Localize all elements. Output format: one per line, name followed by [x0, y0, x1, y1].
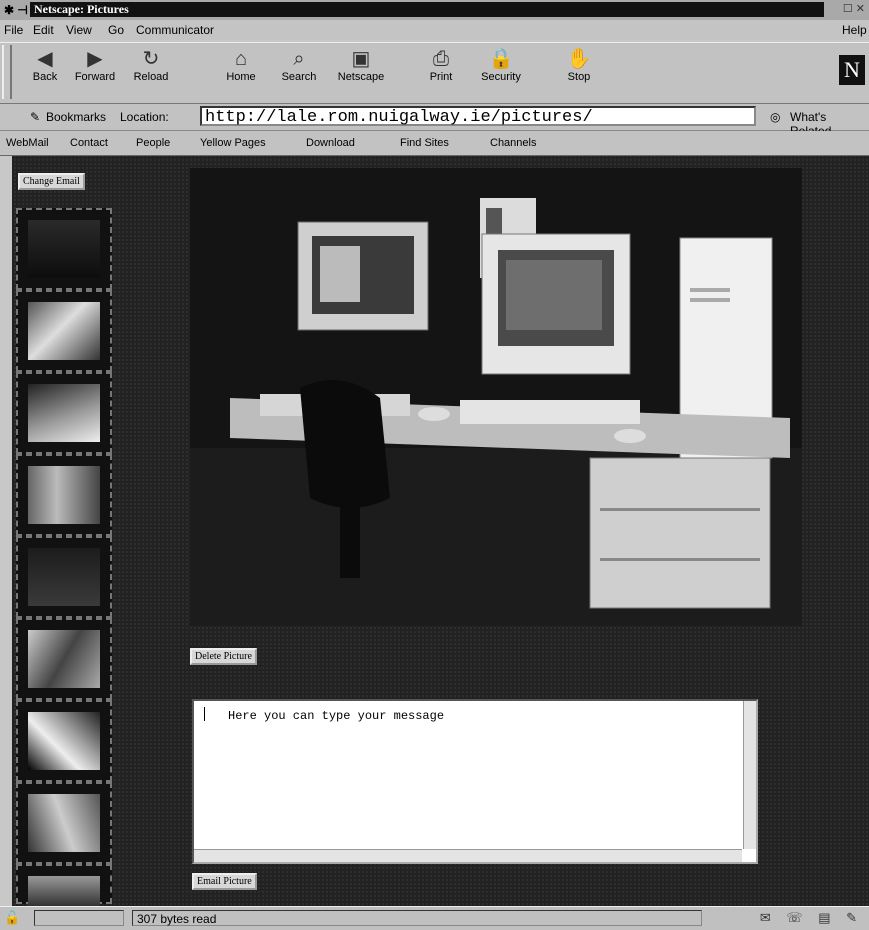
print-button[interactable]: ⎙ Print — [410, 47, 472, 83]
status-text: 307 bytes read — [132, 910, 702, 926]
stop-icon: ✋ — [566, 48, 592, 70]
print-label: Print — [429, 71, 453, 83]
change-email-button[interactable]: Change Email — [18, 173, 85, 190]
menu-communicator[interactable]: Communicator — [136, 23, 214, 37]
security-label: Security — [481, 71, 521, 83]
status-bar: 🔓 307 bytes read ✉ ☏ ▤ ✎ — [0, 906, 869, 930]
search-label: Search — [281, 71, 317, 83]
thumbnail[interactable] — [16, 864, 112, 906]
netscape-icon: ▣ — [351, 48, 371, 70]
personal-toolbar: WebMail Contact People Yellow Pages Down… — [0, 131, 869, 156]
lock-icon: 🔒 — [488, 48, 514, 70]
window-menu-icon[interactable]: ✱ ⊣ — [4, 3, 28, 17]
forward-arrow-icon: ▶ — [87, 48, 103, 70]
forward-button[interactable]: ▶ Forward — [64, 47, 126, 83]
menu-edit[interactable]: Edit — [33, 23, 54, 37]
forward-label: Forward — [74, 71, 116, 83]
personal-item-download[interactable]: Download — [306, 137, 355, 149]
reload-icon: ↻ — [142, 48, 160, 70]
reload-button[interactable]: ↻ Reload — [120, 47, 182, 83]
personal-item-find-sites[interactable]: Find Sites — [400, 137, 449, 149]
location-url-field[interactable]: http://lale.rom.nuigalway.ie/pictures/ — [200, 106, 756, 127]
personal-item-channels[interactable]: Channels — [490, 137, 536, 149]
netscape-logo[interactable]: N — [839, 55, 865, 85]
text-cursor — [204, 707, 205, 721]
message-textarea[interactable]: Here you can type your message — [192, 699, 758, 864]
location-label: Location: — [120, 110, 169, 124]
menu-go[interactable]: Go — [108, 23, 124, 37]
print-icon: ⎙ — [433, 48, 449, 70]
personal-item-webmail[interactable]: WebMail — [6, 137, 49, 149]
personal-item-yellow-pages[interactable]: Yellow Pages — [200, 137, 266, 149]
thumbnail[interactable] — [16, 618, 112, 700]
selected-picture — [190, 168, 802, 626]
home-label: Home — [226, 71, 256, 83]
menu-view[interactable]: View — [66, 23, 92, 37]
stop-label: Stop — [567, 71, 591, 83]
bookmarks-button[interactable]: Bookmarks — [46, 110, 106, 124]
navigation-toolbar: ◀ Back ▶ Forward ↻ Reload ⌂ Home ⌕ Searc… — [0, 42, 869, 104]
back-label: Back — [32, 71, 58, 83]
menu-file[interactable]: File — [4, 23, 23, 37]
thumbnail[interactable] — [16, 372, 112, 454]
progress-indicator — [34, 910, 124, 926]
netscape-button[interactable]: ▣ Netscape — [330, 47, 392, 83]
thumbnail[interactable] — [16, 208, 112, 290]
delete-picture-button[interactable]: Delete Picture — [190, 648, 257, 665]
vertical-scrollbar[interactable] — [743, 701, 756, 849]
page-content: Change Email Delete Picture Here you can… — [12, 156, 869, 906]
search-icon: ⌕ — [293, 48, 305, 70]
window-title: Netscape: Pictures — [30, 2, 824, 17]
window-controls[interactable]: ☐ ✕ — [843, 2, 865, 15]
component-bar-icons[interactable]: ✉ ☏ ▤ ✎ — [760, 910, 863, 926]
desk-photo — [190, 168, 802, 626]
message-text: Here you can type your message — [228, 709, 445, 723]
menu-bar: File Edit View Go Communicator Help — [0, 20, 869, 40]
thumbnail[interactable] — [16, 700, 112, 782]
email-picture-button[interactable]: Email Picture — [192, 873, 257, 890]
netscape-label: Netscape — [337, 71, 385, 83]
thumbnail[interactable] — [16, 536, 112, 618]
personal-item-people[interactable]: People — [136, 137, 170, 149]
reload-label: Reload — [133, 71, 169, 83]
thumbnail[interactable] — [16, 290, 112, 372]
home-button[interactable]: ⌂ Home — [210, 47, 272, 83]
security-button[interactable]: 🔒 Security — [470, 47, 532, 83]
stop-button[interactable]: ✋ Stop — [548, 47, 610, 83]
window-titlebar: ✱ ⊣ Netscape: Pictures ☐ ✕ — [0, 0, 869, 21]
location-toolbar: ✎ Bookmarks Location: http://lale.rom.nu… — [0, 104, 869, 138]
thumbnail[interactable] — [16, 454, 112, 536]
horizontal-scrollbar[interactable] — [194, 849, 742, 862]
security-status-icon[interactable]: 🔓 — [4, 910, 20, 926]
bookmarks-icon[interactable]: ✎ — [30, 110, 40, 124]
menu-help[interactable]: Help — [842, 23, 867, 37]
whats-related-icon[interactable]: ◎ — [770, 110, 780, 124]
thumbnail[interactable] — [16, 782, 112, 864]
search-button[interactable]: ⌕ Search — [268, 47, 330, 83]
home-icon: ⌂ — [234, 48, 248, 70]
personal-item-contact[interactable]: Contact — [70, 137, 108, 149]
toolbar-grip[interactable] — [2, 45, 12, 99]
